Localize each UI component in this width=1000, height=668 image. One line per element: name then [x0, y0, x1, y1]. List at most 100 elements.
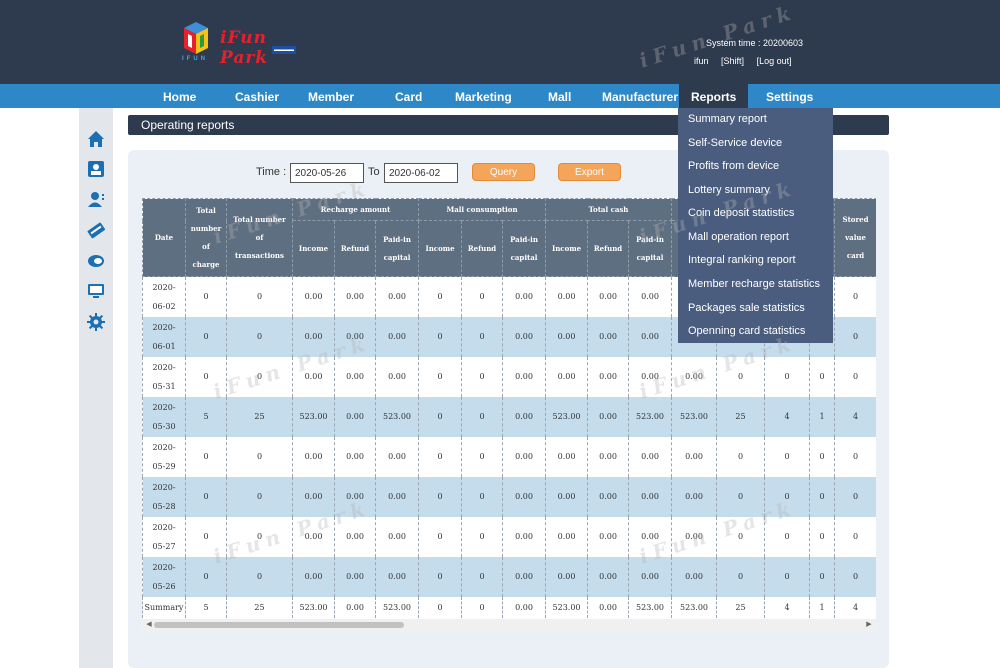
home-icon[interactable]	[87, 130, 105, 148]
table-cell: 0	[226, 436, 293, 477]
menu-item-lottery-summary[interactable]: Lottery summary	[688, 184, 770, 196]
table-cell: 0.00	[502, 516, 547, 557]
scroll-thumb[interactable]	[154, 622, 404, 628]
table-cell: 0.00	[545, 356, 589, 397]
nav-manufacturer[interactable]: Manufacturer	[590, 84, 690, 108]
date-cell: 2020- 05-26	[142, 556, 186, 597]
table-cell: 0.00	[671, 436, 718, 477]
table-cell: 0.00	[374, 356, 420, 397]
ifun-park-logo[interactable]: iFun Park ▬▬▬▬ IFUN	[180, 20, 320, 68]
menu-item-packages-sale-statistics[interactable]: Packages sale statistics	[688, 302, 805, 314]
table-cell: 0	[834, 276, 876, 317]
nav-settings[interactable]: Settings	[754, 84, 825, 108]
nav-marketing[interactable]: Marketing	[443, 84, 524, 108]
table-cell: 0	[226, 276, 293, 317]
nav-reports[interactable]: Reports	[679, 84, 749, 108]
header-refund: Refund	[334, 220, 376, 277]
table-cell: 0.00	[334, 476, 376, 517]
table-cell: 0.00	[587, 396, 630, 437]
table-cell: 0.00	[545, 436, 589, 477]
menu-item-member-recharge-statistics[interactable]: Member recharge statistics	[688, 278, 820, 290]
table-row: 2020- 05-26 0 0 0.00 0.00 0.00 0 0 0.00 0.00 0.00 0.…	[142, 556, 876, 597]
table-cell: 0.00	[502, 276, 547, 317]
card-icon[interactable]	[87, 221, 105, 239]
table-cell: 0.00	[587, 476, 630, 517]
menu-item-self-service-device[interactable]: Self-Service device	[688, 137, 782, 149]
query-button[interactable]: Query	[472, 163, 535, 181]
table-cell: 0.00	[545, 476, 589, 517]
header-date: Date	[142, 198, 186, 277]
table-cell: 0	[185, 436, 227, 477]
horizontal-scrollbar[interactable]: ◀ ▶	[142, 619, 876, 631]
user-links: ifun [Shift] [Log out]	[694, 56, 802, 66]
table-cell: 0	[716, 476, 766, 517]
table-row: 2020- 05-28 0 0 0.00 0.00 0.00 0 0 0.00 0.00 0.00 0.…	[142, 476, 876, 517]
table-cell: 0	[834, 516, 876, 557]
table-cell: 0	[461, 556, 504, 597]
table-cell: 0	[226, 556, 293, 597]
header-income: Income	[418, 220, 463, 277]
date-cell: 2020- 05-31	[142, 356, 186, 397]
table-cell: 0	[418, 476, 463, 517]
table-cell: 4	[834, 396, 876, 437]
table-cell: 0	[764, 356, 811, 397]
scroll-left-arrow-icon[interactable]: ◀	[144, 619, 154, 631]
summary-label: Summary	[142, 596, 186, 618]
header-refund: Refund	[461, 220, 504, 277]
table-cell: 0.00	[334, 516, 376, 557]
table-cell: 523.00	[292, 396, 335, 437]
main-nav: Home Cashier Member Card Marketing Mall …	[0, 84, 1000, 108]
menu-item-summary-report[interactable]: Summary report	[688, 113, 767, 125]
table-cell: 0	[834, 476, 876, 517]
monitor-icon[interactable]	[87, 282, 105, 300]
summary-cell: 4	[834, 596, 876, 618]
menu-item-profits-from-device[interactable]: Profits from device	[688, 160, 779, 172]
summary-cell: 0.00	[334, 596, 376, 618]
header-income: Income	[292, 220, 335, 277]
start-date-input[interactable]	[290, 163, 364, 183]
header-mall-consumption: Mall consumption	[418, 198, 547, 221]
date-cell: 2020- 05-30	[142, 396, 186, 437]
gear-icon[interactable]	[87, 313, 105, 331]
logo-cube-icon	[184, 22, 208, 54]
table-cell: 523.00	[545, 396, 589, 437]
table-cell: 0.00	[545, 276, 589, 317]
menu-item-openning-card-statistics[interactable]: Openning card statistics	[688, 325, 805, 337]
nav-cashier[interactable]: Cashier	[223, 84, 291, 108]
menu-item-coin-deposit-statistics[interactable]: Coin deposit statistics	[688, 207, 794, 219]
date-cell: 2020- 05-29	[142, 436, 186, 477]
table-cell: 0	[418, 516, 463, 557]
end-date-input[interactable]	[384, 163, 458, 183]
table-cell: 0	[834, 556, 876, 597]
table-cell: 0.00	[374, 476, 420, 517]
menu-item-mall-operation-report[interactable]: Mall operation report	[688, 231, 789, 243]
cashier-icon[interactable]	[87, 160, 105, 178]
table-cell: 0.00	[587, 516, 630, 557]
table-cell: 0.00	[671, 476, 718, 517]
nav-home[interactable]: Home	[151, 84, 208, 108]
header-total-cash: Total cash	[545, 198, 673, 221]
table-cell: 0.00	[292, 516, 335, 557]
nav-card[interactable]: Card	[383, 84, 434, 108]
table-cell: 0.00	[292, 316, 335, 357]
summary-cell: 523.00	[374, 596, 420, 618]
export-button[interactable]: Export	[558, 163, 621, 181]
table-cell: 0	[461, 436, 504, 477]
header-total-charge: Total number of charge	[185, 198, 227, 277]
nav-member[interactable]: Member	[296, 84, 366, 108]
marketing-icon[interactable]	[87, 252, 105, 270]
summary-cell: 523.00	[545, 596, 589, 618]
menu-item-integral-ranking-report[interactable]: Integral ranking report	[688, 254, 796, 266]
table-cell: 0	[226, 316, 293, 357]
shift-link[interactable]: [Shift]	[721, 56, 744, 66]
date-cell: 2020- 06-01	[142, 316, 186, 357]
table-cell: 0.00	[334, 316, 376, 357]
nav-mall[interactable]: Mall	[536, 84, 583, 108]
table-cell: 0.00	[334, 556, 376, 597]
scroll-right-arrow-icon[interactable]: ▶	[864, 619, 874, 631]
table-cell: 0	[834, 436, 876, 477]
logout-link[interactable]: [Log out]	[757, 56, 792, 66]
table-cell: 0	[226, 516, 293, 557]
table-cell: 0.00	[671, 356, 718, 397]
member-icon[interactable]	[87, 190, 105, 208]
